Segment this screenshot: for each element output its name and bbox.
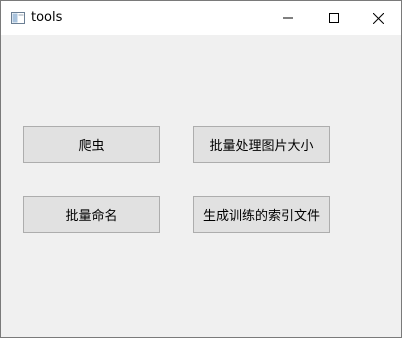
app-window-icon (11, 12, 25, 24)
maximize-button[interactable] (311, 1, 357, 35)
batch-rename-button[interactable]: 批量命名 (23, 196, 160, 233)
maximize-icon (329, 13, 339, 23)
generate-training-index-button[interactable]: 生成训练的索引文件 (193, 196, 330, 233)
window-title: tools (31, 10, 63, 25)
crawler-button[interactable]: 爬虫 (23, 126, 160, 163)
app-window: tools 爬虫 批量处理图片大小 批量命名 生成训练的索引文件 (0, 0, 402, 338)
title-bar[interactable]: tools (1, 1, 401, 35)
client-area: 爬虫 批量处理图片大小 批量命名 生成训练的索引文件 (1, 35, 401, 337)
close-icon (372, 12, 384, 24)
minimize-icon (283, 17, 293, 19)
close-button[interactable] (355, 1, 401, 35)
batch-resize-images-button[interactable]: 批量处理图片大小 (193, 126, 330, 163)
minimize-button[interactable] (265, 1, 311, 35)
